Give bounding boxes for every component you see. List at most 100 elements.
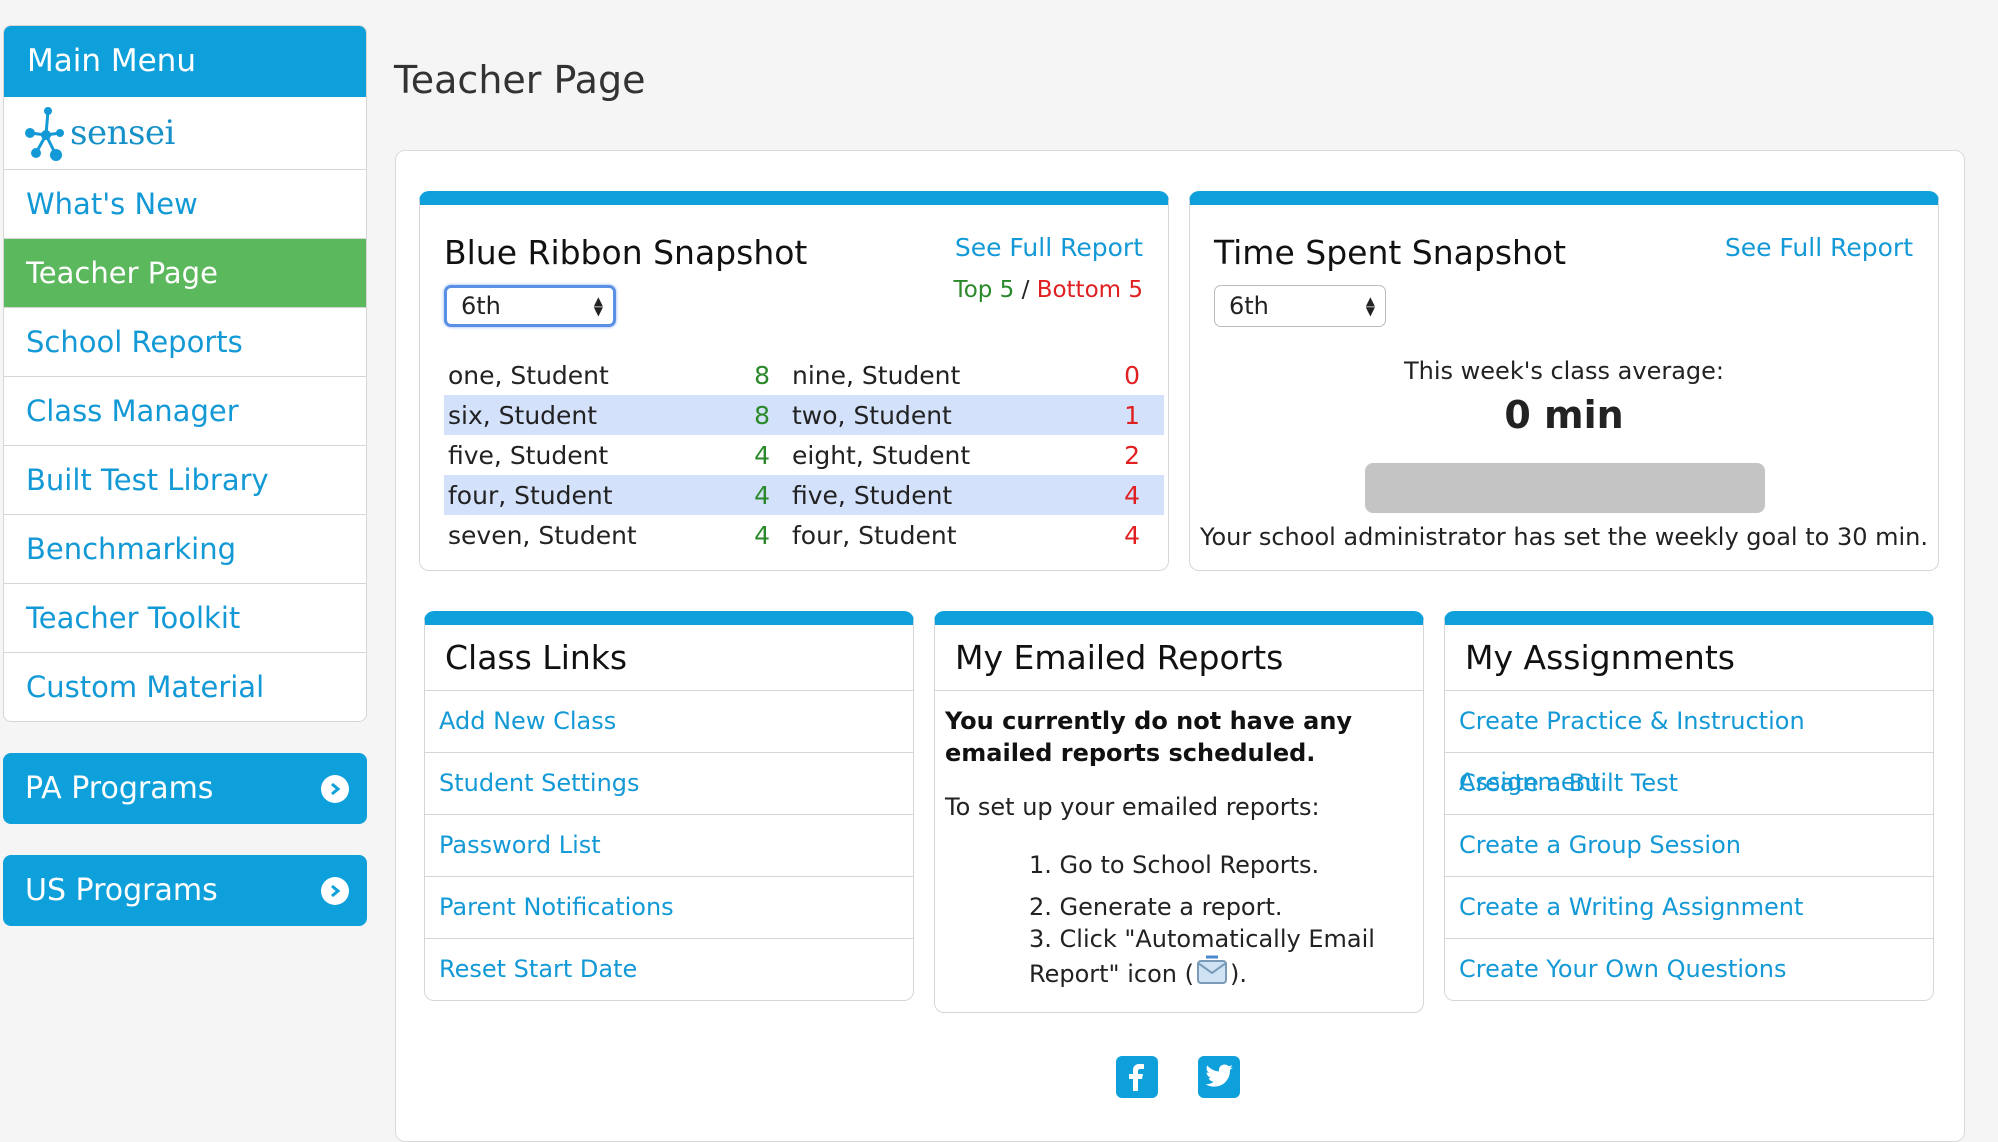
sensei-logo-icon [25, 107, 64, 161]
assignments-card: My Assignments Create Practice & Instruc… [1444, 611, 1934, 1001]
bottom-student-value: 0 [1124, 360, 1140, 390]
step-2: 2. Generate a report. [1029, 893, 1283, 921]
sidebar-item-benchmarking[interactable]: Benchmarking [4, 515, 366, 584]
facebook-icon[interactable] [1116, 1056, 1158, 1098]
sidebar-item-school-reports[interactable]: School Reports [4, 308, 366, 377]
pa-programs-label: PA Programs [25, 771, 214, 806]
class-links-card: Class Links Add New Class Student Settin… [424, 611, 914, 1001]
setup-instructions: To set up your emailed reports: [945, 793, 1320, 821]
class-average-value: 0 min [1504, 393, 1624, 437]
step-3: 3. Click "Automatically Email [1029, 925, 1375, 953]
time-spent-card: Time Spent Snapshot See Full Report 6th … [1189, 191, 1939, 571]
bottom-student-value: 4 [1124, 520, 1140, 550]
step-3-continued: Report" icon ( ). [945, 955, 1413, 993]
table-row: five, Student 4 eight, Student 2 [444, 435, 1164, 475]
list-item-create-practice-assignment[interactable]: Create Practice & Instruction Assignment [1445, 691, 1933, 796]
pa-programs-button[interactable]: PA Programs [3, 753, 367, 824]
logo-text: sensei [70, 113, 175, 153]
sidebar-item-built-test-library[interactable]: Built Test Library [4, 446, 366, 515]
list-item-password-list[interactable]: Password List [425, 815, 913, 877]
assignments-title: My Assignments [1465, 638, 1735, 677]
list-item-create-your-own-questions[interactable]: Create Your Own Questions [1445, 939, 1933, 1000]
bottom-student-name: five, Student [792, 480, 953, 510]
class-links-header: Class Links [425, 625, 913, 691]
class-links-title: Class Links [445, 638, 628, 677]
list-item-student-settings[interactable]: Student Settings [425, 753, 913, 815]
list-item-create-group-session[interactable]: Create a Group Session [1445, 815, 1933, 877]
top-student-value: 8 [754, 360, 770, 390]
select-arrows-icon: ▲ ▼ [593, 294, 603, 318]
main-menu-header: Main Menu [4, 26, 366, 97]
table-row: one, Student 8 nine, Student 0 [444, 355, 1164, 395]
time-spent-title: Time Spent Snapshot [1214, 233, 1567, 272]
twitter-icon[interactable] [1198, 1056, 1240, 1098]
class-average-label: This week's class average: [1403, 357, 1724, 385]
chevron-right-icon [321, 774, 349, 803]
list-item-create-writing-assignment[interactable]: Create a Writing Assignment [1445, 877, 1933, 939]
bottom-student-name: two, Student [792, 400, 952, 430]
top-student-value: 4 [754, 440, 770, 470]
top-student-name: six, Student [448, 400, 598, 430]
list-item-parent-notifications[interactable]: Parent Notifications [425, 877, 913, 939]
main-panel: Blue Ribbon Snapshot See Full Report 6th… [395, 150, 1965, 1142]
time-spent-grade-select[interactable]: 6th ▲ ▼ [1214, 285, 1386, 327]
sidebar-item-whats-new[interactable]: What's New [4, 170, 366, 239]
top-student-value: 8 [754, 400, 770, 430]
chevron-right-icon [321, 876, 349, 905]
top-student-name: four, Student [448, 480, 613, 510]
select-arrows-icon: ▲ ▼ [1365, 294, 1375, 318]
legend-separator: / [1014, 277, 1037, 303]
list-item-add-new-class[interactable]: Add New Class [425, 691, 913, 753]
blue-ribbon-title: Blue Ribbon Snapshot [444, 233, 808, 272]
main-menu: Main Menu sensei What's New Teacher Page… [3, 25, 367, 722]
sidebar-item-class-manager[interactable]: Class Manager [4, 377, 366, 446]
us-programs-label: US Programs [25, 873, 218, 908]
top-5-label: Top 5 [953, 277, 1015, 303]
logo[interactable]: sensei [4, 97, 366, 170]
bottom-student-value: 2 [1124, 440, 1140, 470]
time-spent-see-full-report-link[interactable]: See Full Report [1725, 233, 1913, 262]
table-row: six, Student 8 two, Student 1 [444, 395, 1164, 435]
table-row: seven, Student 4 four, Student 4 [444, 515, 1164, 555]
us-programs-button[interactable]: US Programs [3, 855, 367, 926]
bottom-student-name: eight, Student [792, 440, 971, 470]
time-progress-bar [1365, 463, 1765, 513]
step-3-end: ). [1229, 960, 1247, 988]
emailed-reports-card: My Emailed Reports You currently do not … [934, 611, 1424, 1013]
top-student-name: one, Student [448, 360, 609, 390]
emailed-reports-title: My Emailed Reports [955, 638, 1284, 677]
list-item-create-built-test[interactable]: Create a Built Test [1445, 753, 1933, 815]
blue-ribbon-see-full-report-link[interactable]: See Full Report [955, 233, 1143, 262]
bottom-student-name: nine, Student [792, 360, 961, 390]
bottom-student-name: four, Student [792, 520, 957, 550]
weekly-goal-text: Your school administrator has set the we… [1199, 523, 1928, 551]
list-item-reset-start-date[interactable]: Reset Start Date [425, 939, 913, 1000]
sidebar-item-teacher-toolkit[interactable]: Teacher Toolkit [4, 584, 366, 653]
sidebar-item-teacher-page[interactable]: Teacher Page [4, 239, 366, 308]
email-report-icon [1196, 955, 1228, 993]
top-student-value: 4 [754, 520, 770, 550]
top-student-value: 4 [754, 480, 770, 510]
social-links [1116, 1056, 1240, 1098]
bottom-student-value: 4 [1124, 480, 1140, 510]
time-spent-grade-value: 6th [1229, 292, 1269, 320]
ranking-table: one, Student 8 nine, Student 0 six, Stud… [444, 355, 1164, 555]
step-3-text: Report" icon ( [1029, 960, 1194, 988]
sidebar: Main Menu sensei What's New Teacher Page… [3, 25, 367, 926]
blue-ribbon-grade-value: 6th [461, 292, 501, 320]
page-title: Teacher Page [394, 58, 646, 102]
top-bottom-legend: Top 5 / Bottom 5 [954, 277, 1143, 303]
table-row: four, Student 4 five, Student 4 [444, 475, 1164, 515]
blue-ribbon-grade-select[interactable]: 6th ▲ ▼ [444, 285, 616, 327]
emailed-reports-body: You currently do not have any emailed re… [935, 691, 1423, 1007]
sidebar-item-custom-material[interactable]: Custom Material [4, 653, 366, 721]
top-student-name: five, Student [448, 440, 609, 470]
top-student-name: seven, Student [448, 520, 637, 550]
bottom-5-label: Bottom 5 [1036, 277, 1143, 303]
blue-ribbon-card: Blue Ribbon Snapshot See Full Report 6th… [419, 191, 1169, 571]
bottom-student-value: 1 [1124, 400, 1140, 430]
step-1: 1. Go to School Reports. [1029, 851, 1320, 879]
emailed-reports-header: My Emailed Reports [935, 625, 1423, 691]
assignments-header: My Assignments [1445, 625, 1933, 691]
setup-steps: 1. Go to School Reports. 2. Generate a r… [945, 849, 1413, 993]
